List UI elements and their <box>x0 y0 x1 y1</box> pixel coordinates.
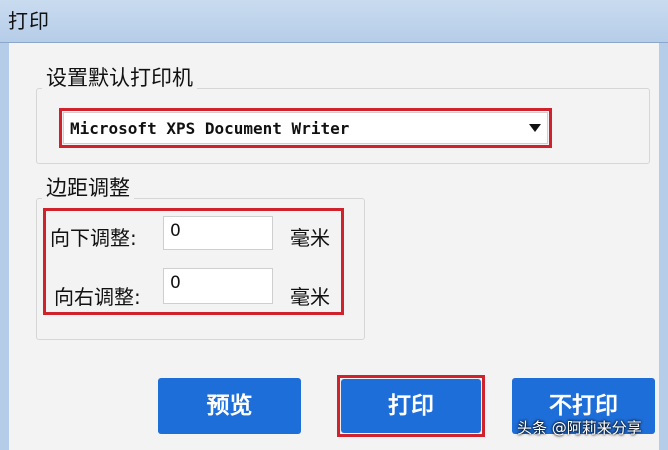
preview-button[interactable]: 预览 <box>158 378 301 434</box>
title-bar: 打印 <box>0 0 668 42</box>
printer-select-highlight <box>59 108 552 148</box>
printer-group-legend: 设置默认打印机 <box>42 62 197 92</box>
watermark: 头条 @阿莉来分享 <box>517 419 642 437</box>
print-button-highlight <box>337 375 485 437</box>
margin-group-legend: 边距调整 <box>42 172 134 202</box>
window-frame-right <box>659 43 668 450</box>
margin-fields-highlight <box>43 208 344 315</box>
window-title: 打印 <box>8 9 50 33</box>
window-frame-left <box>0 43 9 450</box>
